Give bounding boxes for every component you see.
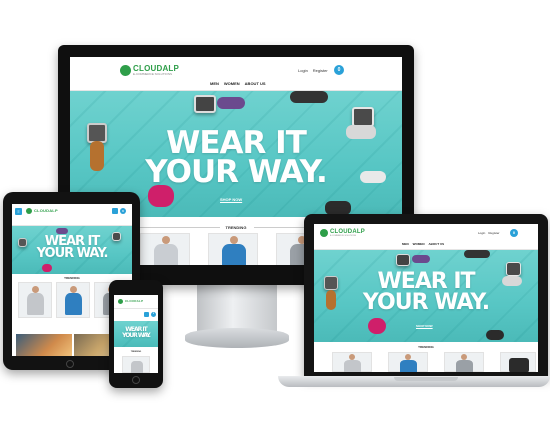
product-card[interactable] [332, 352, 372, 372]
tablet-home-button[interactable] [66, 360, 74, 368]
logo-text: CLOUDALP [34, 208, 58, 213]
product-card[interactable] [208, 233, 258, 265]
hero-banner: WEAR IT YOUR WAY. [114, 321, 158, 347]
site-header: CLOUDALP 0 [114, 295, 158, 317]
register-link[interactable]: Register [313, 68, 328, 73]
responsive-devices-mockup: CLOUDALP E-COMMERCE SOLUTIONS Login Regi… [0, 0, 550, 431]
product-card[interactable] [140, 233, 190, 265]
hero-headline: WEAR IT YOUR WAY. [314, 271, 538, 315]
shirt-image [65, 293, 82, 315]
shop-now-link[interactable]: SHOP NOW [416, 324, 433, 328]
site-logo[interactable]: CLOUDALP [26, 208, 58, 214]
search-icon[interactable] [144, 312, 149, 317]
product-card[interactable] [444, 352, 484, 372]
nav-about-us[interactable]: ABOUT US [245, 81, 266, 86]
watch-image [396, 254, 410, 266]
jacket-image [509, 358, 529, 372]
cart-icon[interactable]: 0 [334, 65, 344, 75]
model-head [162, 236, 170, 244]
watch-image [194, 95, 216, 113]
hero-headline: WEAR IT YOUR WAY. [70, 127, 402, 191]
shirt-image [131, 361, 143, 373]
login-link[interactable]: Login [298, 68, 308, 73]
cart-icon[interactable]: 0 [120, 208, 126, 214]
watch-band-image [290, 91, 328, 103]
login-link[interactable]: Login [478, 231, 485, 235]
trending-heading: TRENDING [418, 345, 434, 349]
site-logo[interactable]: CLOUDALP E-COMMERCE SOLUTIONS [120, 65, 179, 76]
laptop-screen: CLOUDALP E-COMMERCE SOLUTIONS Login Regi… [314, 224, 538, 372]
nav-men[interactable]: MEN [210, 81, 219, 86]
watch-band-image [486, 330, 504, 340]
site-logo[interactable]: CLOUDALP E-COMMERCE SOLUTIONS [320, 229, 365, 237]
logo-subtitle: E-COMMERCE SOLUTIONS [330, 235, 357, 237]
site-header: ≡ CLOUDALP 0 [12, 204, 132, 226]
hero-headline-line2: YOUR WAY. [122, 331, 151, 339]
auth-links: Login Register [478, 231, 500, 235]
hero-headline: WEAR IT YOUR WAY. [114, 327, 158, 338]
phone-home-button[interactable] [132, 376, 140, 384]
laptop-trackpad-notch [394, 377, 458, 381]
product-card[interactable] [122, 356, 150, 373]
model-head [230, 236, 238, 244]
shirt-image [154, 244, 178, 265]
phone-screen: CLOUDALP 0 WEAR IT YOUR WAY. TRENDING [114, 295, 158, 373]
logo-icon [26, 208, 32, 214]
cart-icon[interactable]: 0 [510, 229, 518, 237]
hero-headline-line2: YOUR WAY. [145, 154, 327, 191]
hero-banner: WEAR IT YOUR WAY. [12, 226, 132, 274]
auth-links: Login Register [298, 68, 328, 73]
monitor-stand-base [185, 328, 289, 348]
product-card[interactable] [18, 282, 52, 318]
logo-icon [120, 65, 131, 76]
nav-about-us[interactable]: ABOUT US [429, 242, 445, 246]
watch-band-image [325, 201, 351, 215]
logo-subtitle: E-COMMERCE SOLUTIONS [133, 72, 173, 76]
model-head [32, 286, 39, 293]
watch-band-image [412, 255, 430, 263]
register-link[interactable]: Register [488, 231, 499, 235]
shirt-image [27, 293, 44, 315]
watch-band-image [368, 318, 386, 334]
menu-icon[interactable]: ≡ [15, 208, 22, 215]
product-card[interactable] [500, 352, 536, 372]
hero-headline-line2: YOUR WAY. [362, 289, 490, 315]
nav-women[interactable]: WOMEN [413, 242, 425, 246]
site-logo[interactable]: CLOUDALP [118, 299, 143, 304]
shirt-image [400, 360, 417, 372]
product-card[interactable] [56, 282, 90, 318]
trending-heading: TRENDING [130, 351, 142, 353]
watch-image [352, 107, 374, 127]
logo-icon [320, 229, 328, 237]
shirt-image [222, 244, 246, 265]
main-nav: MEN WOMEN ABOUT US [210, 81, 266, 86]
nav-men[interactable]: MEN [402, 242, 409, 246]
site-header: CLOUDALP E-COMMERCE SOLUTIONS Login Regi… [70, 57, 402, 91]
shop-now-link[interactable]: SHOP NOW [220, 197, 242, 202]
model-head [70, 286, 77, 293]
logo-text: CLOUDALP [125, 299, 144, 303]
nav-women[interactable]: WOMEN [224, 81, 240, 86]
logo-icon [118, 299, 123, 304]
watch-band-image [464, 250, 490, 258]
shirt-image [344, 360, 361, 372]
shirt-image [456, 360, 473, 372]
watch-band-image [42, 264, 52, 272]
search-icon[interactable] [112, 208, 118, 214]
watch-band-image [217, 97, 245, 109]
hero-banner: WEAR IT YOUR WAY. SHOP NOW [314, 250, 538, 342]
hero-headline: WEAR IT YOUR WAY. [12, 235, 132, 262]
cart-icon[interactable]: 0 [151, 312, 156, 317]
site-header: CLOUDALP E-COMMERCE SOLUTIONS Login Regi… [314, 224, 538, 250]
main-nav: MEN WOMEN ABOUT US [402, 242, 444, 246]
hero-headline-line2: YOUR WAY. [36, 246, 109, 262]
promo-image-left [16, 334, 72, 356]
product-card[interactable] [388, 352, 428, 372]
